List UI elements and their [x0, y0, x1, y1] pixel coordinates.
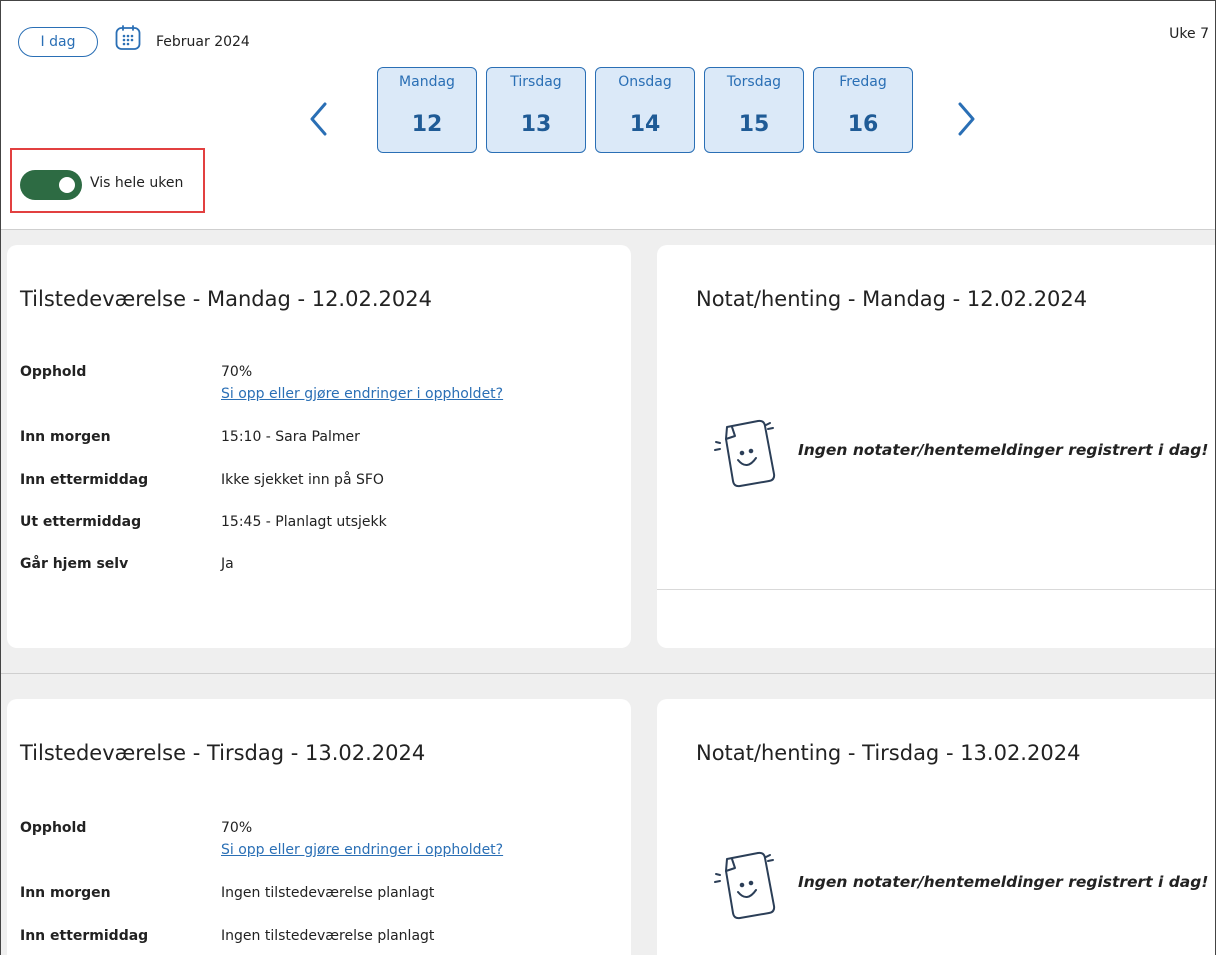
row-label: Opphold — [20, 820, 87, 836]
day-number: 14 — [629, 112, 661, 137]
smiley-note-icon — [714, 851, 776, 920]
empty-notes: Ingen notater/hentemeldinger registrert … — [696, 419, 1215, 489]
row-value: Ingen tilstedeværelse planlagt — [221, 885, 435, 901]
row-value: 15:10 - Sara Palmer — [221, 429, 360, 445]
row-label: Inn ettermiddag — [20, 472, 149, 488]
day-tab-torsdag[interactable]: Torsdag 15 — [704, 67, 804, 153]
day-name: Tirsdag — [510, 74, 562, 90]
empty-notes-message: Ingen notater/hentemeldinger registrert … — [798, 441, 1209, 459]
day-tab-onsdag[interactable]: Onsdag 14 — [595, 67, 695, 153]
change-stay-link[interactable]: Si opp eller gjøre endringer i oppholdet… — [221, 386, 503, 402]
attendance-title: Tilstedeværelse - Tirsdag - 13.02.2024 — [20, 741, 426, 765]
notes-title: Notat/henting - Mandag - 12.02.2024 — [696, 287, 1088, 311]
day-name: Torsdag — [726, 74, 782, 90]
attendance-card-tirsdag: Tilstedeværelse - Tirsdag - 13.02.2024 O… — [7, 699, 631, 955]
row-label: Inn morgen — [20, 885, 111, 901]
card-footer-divider — [657, 589, 1215, 590]
day-tab-fredag[interactable]: Fredag 16 — [813, 67, 913, 153]
day-name: Mandag — [399, 74, 455, 90]
month-label: Februar 2024 — [156, 34, 250, 50]
notes-card-tirsdag: Notat/henting - Tirsdag - 13.02.2024 Ing… — [657, 699, 1215, 955]
change-stay-link[interactable]: Si opp eller gjøre endringer i oppholdet… — [221, 842, 503, 858]
empty-notes-message: Ingen notater/hentemeldinger registrert … — [798, 873, 1209, 891]
row-label: Opphold — [20, 364, 87, 380]
row-value: Ikke sjekket inn på SFO — [221, 472, 384, 488]
empty-notes: Ingen notater/hentemeldinger registrert … — [696, 851, 1215, 921]
day-number: 16 — [847, 112, 879, 137]
day-tab-mandag[interactable]: Mandag 12 — [377, 67, 477, 153]
row-value: 70% — [221, 364, 253, 380]
row-value: Ja — [221, 556, 234, 572]
row-value: Ingen tilstedeværelse planlagt — [221, 928, 435, 944]
attendance-title: Tilstedeværelse - Mandag - 12.02.2024 — [20, 287, 432, 311]
row-label: Inn morgen — [20, 429, 111, 445]
chevron-right-icon[interactable] — [954, 101, 978, 137]
day-tab-tirsdag[interactable]: Tirsdag 13 — [486, 67, 586, 153]
row-value: 15:45 - Planlagt utsjekk — [221, 514, 387, 530]
notes-title: Notat/henting - Tirsdag - 13.02.2024 — [696, 741, 1081, 765]
day-name: Fredag — [839, 74, 887, 90]
day-number: 15 — [738, 112, 770, 137]
today-button[interactable]: I dag — [18, 27, 98, 57]
notes-card-mandag: Notat/henting - Mandag - 12.02.2024 Inge… — [657, 245, 1215, 648]
toggle-label: Vis hele uken — [90, 175, 184, 191]
row-label: Inn ettermiddag — [20, 928, 149, 944]
row-label: Går hjem selv — [20, 556, 129, 572]
chevron-left-icon[interactable] — [307, 101, 331, 137]
day-name: Onsdag — [618, 74, 672, 90]
day-number: 13 — [520, 112, 552, 137]
row-value: 70% — [221, 820, 253, 836]
day-number: 12 — [411, 112, 443, 137]
attendance-card-mandag: Tilstedeværelse - Mandag - 12.02.2024 Op… — [7, 245, 631, 648]
week-label: Uke 7 — [1169, 26, 1209, 42]
smiley-note-icon — [714, 419, 776, 488]
row-label: Ut ettermiddag — [20, 514, 142, 530]
show-whole-week-toggle[interactable] — [20, 170, 82, 200]
section-divider — [1, 673, 1215, 674]
toggle-knob — [59, 177, 75, 193]
calendar-icon[interactable] — [115, 25, 141, 51]
sfo-week-view: I dag Februar 2024 Uke 7 Mandag 12 Tirsd… — [0, 0, 1216, 955]
